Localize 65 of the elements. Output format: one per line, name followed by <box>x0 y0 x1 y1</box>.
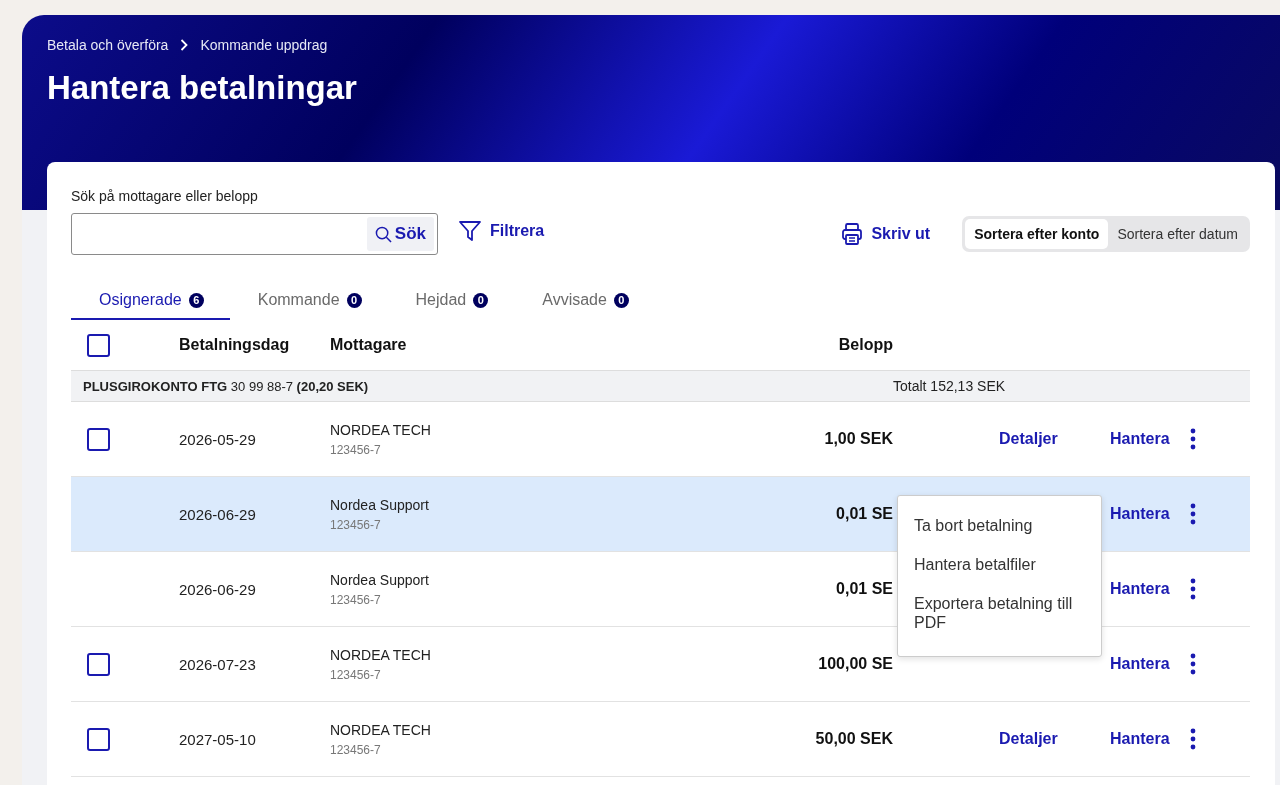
more-options-icon[interactable] <box>1190 428 1196 450</box>
more-options-icon[interactable] <box>1190 728 1196 750</box>
search-button[interactable]: Sök <box>366 217 434 251</box>
manage-link[interactable]: Hantera <box>1110 580 1170 598</box>
column-header: Mottagare <box>330 336 408 354</box>
amount: 0,01 SE <box>835 505 893 523</box>
more-options-icon[interactable] <box>1190 653 1196 675</box>
amount: 0,01 SE <box>835 580 893 598</box>
column-header: Betalningsdag <box>179 336 291 354</box>
tab[interactable]: Osignerade 6 <box>71 285 230 320</box>
account-number: 123456-7 <box>330 667 382 682</box>
funnel-icon <box>458 219 482 243</box>
sort-option[interactable]: Sortera efter datum <box>1108 219 1247 249</box>
payment-row[interactable]: 2027-05-10 NORDEA TECH 123456-7 50,00 SEK Detaljer Hantera <box>71 702 1250 777</box>
select-all-checkbox[interactable] <box>87 333 110 357</box>
row-checkbox[interactable] <box>87 427 110 451</box>
search-label: Sök på mottagare eller belopp <box>71 188 259 204</box>
row-checkbox[interactable] <box>87 727 110 751</box>
payment-date: 2026-07-23 <box>179 655 257 673</box>
payment-row[interactable]: 2026-07-23 NORDEA TECH 123456-7 100,00 SE Hantera <box>71 627 1250 702</box>
amount: 1,00 SEK <box>823 430 893 448</box>
breadcrumb-link[interactable]: Kommande uppdrag <box>200 37 328 53</box>
account-number: 123456-7 <box>330 592 382 607</box>
more-options-icon[interactable] <box>1190 503 1196 525</box>
details-link[interactable]: Detaljer <box>999 730 1058 748</box>
recipient-name: Nordea Support <box>330 571 430 588</box>
payment-date: 2026-06-29 <box>179 580 257 598</box>
recipient-name: NORDEA TECH <box>330 721 432 738</box>
group-total: Totalt 152,13 SEK <box>893 378 1006 394</box>
account-number: 123456-7 <box>330 742 382 757</box>
tab[interactable]: Hejdad 0 <box>387 285 515 320</box>
account-name: PLUSGIROKONTO FTG 30 99 88-7 (20,20 SEK) <box>83 378 370 394</box>
tab[interactable]: Avvisade 0 <box>514 285 655 320</box>
amount: 50,00 SEK <box>814 730 893 748</box>
search-icon <box>374 225 392 243</box>
payment-date: 2026-06-29 <box>179 505 257 523</box>
manage-link[interactable]: Hantera <box>1110 430 1170 448</box>
menu-item[interactable]: Ta bort betalning <box>898 506 1101 545</box>
account-number: 123456-7 <box>330 517 382 532</box>
filter-button[interactable]: Filtrera <box>458 219 545 243</box>
search-field[interactable]: Sök <box>71 213 438 255</box>
print-button[interactable]: Skriv ut <box>841 222 931 246</box>
tab[interactable]: Kommande 0 <box>229 285 388 320</box>
page-title: Hantera betalningar <box>47 69 358 107</box>
recipient-name: NORDEA TECH <box>330 421 432 438</box>
count-badge: 0 <box>473 292 489 308</box>
details-link[interactable]: Detaljer <box>999 430 1058 448</box>
recipient-name: Nordea Support <box>330 496 430 513</box>
manage-link[interactable]: Hantera <box>1110 505 1170 523</box>
payment-date: 2027-05-10 <box>179 730 257 748</box>
column-header: Belopp <box>837 336 893 354</box>
printer-icon <box>841 222 864 246</box>
manage-link[interactable]: Hantera <box>1110 655 1170 673</box>
chevron-right-icon <box>180 39 189 51</box>
count-badge: 6 <box>188 292 204 308</box>
account-number: 123456-7 <box>330 442 382 457</box>
manage-link[interactable]: Hantera <box>1110 730 1170 748</box>
count-badge: 0 <box>346 292 362 308</box>
breadcrumb-link[interactable]: Betala och överföra <box>47 37 169 53</box>
amount: 100,00 SE <box>817 655 893 673</box>
count-badge: 0 <box>613 292 629 308</box>
more-options-icon[interactable] <box>1190 578 1196 600</box>
row-checkbox[interactable] <box>87 652 110 676</box>
payment-date: 2026-05-29 <box>179 430 257 448</box>
sort-option[interactable]: Sortera efter konto <box>965 219 1109 249</box>
